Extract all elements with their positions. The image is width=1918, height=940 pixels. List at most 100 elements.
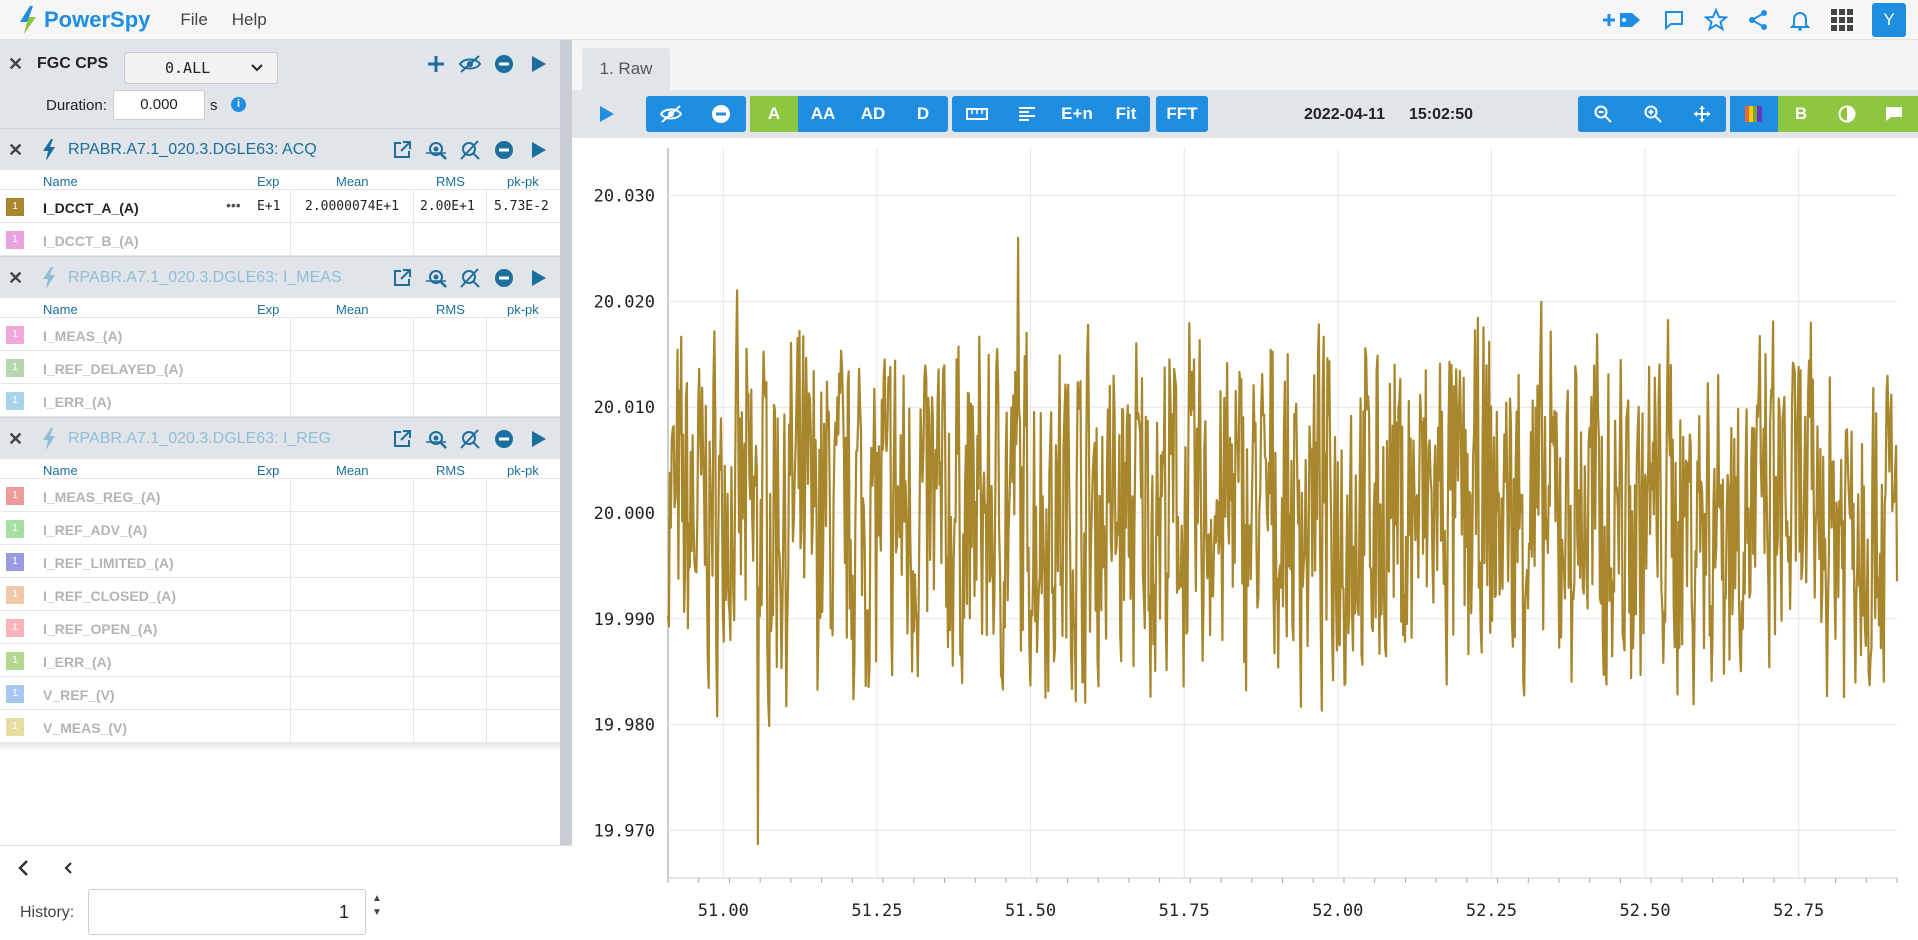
signal-color-swatch[interactable]: 1 (6, 487, 24, 505)
history-stepper[interactable]: ▲ ▼ (372, 892, 382, 920)
apps-grid-icon[interactable] (1830, 8, 1854, 32)
contrast-icon[interactable] (1824, 96, 1870, 132)
line-chart[interactable]: 19.970 19.980 19.990 20.000 20.010 20.020 20.0… (572, 138, 1918, 935)
signal-row[interactable]: 1 I_REF_CLOSED_(A) (0, 578, 560, 611)
remove-signal-icon[interactable] (696, 96, 746, 132)
signal-row[interactable]: 1 V_REF_(V) (0, 677, 560, 710)
bold-button[interactable]: B (1778, 96, 1824, 132)
signal-color-swatch[interactable]: 1 (6, 520, 24, 538)
close-device-icon[interactable]: ✕ (8, 54, 23, 75)
device-selector[interactable]: 0.ALL (124, 52, 278, 84)
pan-icon[interactable] (1678, 96, 1726, 132)
plot-area[interactable]: 19.970 19.980 19.990 20.000 20.010 20.020 20.0… (572, 138, 1918, 935)
signal-row[interactable]: 1 I_REF_ADV_(A) (0, 512, 560, 545)
signal-color-swatch[interactable]: 1 (6, 326, 24, 344)
play-group-icon[interactable] (526, 138, 550, 162)
history-input[interactable]: 1 (88, 889, 366, 935)
menu-file[interactable]: File (180, 10, 207, 30)
group-header: ✕ RPABR.A7.1_020.3.DGLE63: ACQ (0, 128, 560, 170)
exponent-button[interactable]: E+n (1052, 96, 1102, 132)
col-pkpk: pk-pk (507, 463, 539, 478)
top-bar: PowerSpy File Help Y (0, 0, 1918, 40)
signal-row[interactable]: 1 V_MEAS_(V) (0, 710, 560, 743)
x-tick-label: 51.75 (1159, 901, 1210, 921)
play-group-icon[interactable] (526, 266, 550, 290)
signal-color-swatch[interactable]: 1 (6, 586, 24, 604)
col-pkpk: pk-pk (507, 174, 539, 189)
signal-row[interactable]: 1 I_MEAS_(A) (0, 318, 560, 351)
hide-signal-icon[interactable] (646, 96, 696, 132)
signal-row[interactable]: 1 I_REF_DELAYED_(A) (0, 351, 560, 384)
color-palette-icon[interactable] (1730, 96, 1778, 132)
close-group-icon[interactable]: ✕ (8, 429, 23, 450)
mode-a-button[interactable]: A (750, 96, 798, 132)
user-avatar[interactable]: Y (1872, 3, 1906, 37)
open-external-icon[interactable] (390, 427, 414, 451)
mode-aa-button[interactable]: AA (798, 96, 848, 132)
signal-color-swatch[interactable]: 1 (6, 359, 24, 377)
chevron-left-icon[interactable] (14, 858, 34, 878)
comment-toggle-icon[interactable] (1870, 96, 1918, 132)
inspect-off-icon[interactable] (458, 138, 482, 162)
signal-color-swatch[interactable]: 1 (6, 231, 24, 249)
bell-icon[interactable] (1788, 8, 1812, 32)
panel-splitter[interactable] (560, 40, 572, 845)
add-icon[interactable] (424, 52, 448, 76)
align-icon[interactable] (1002, 96, 1052, 132)
ruler-icon[interactable] (952, 96, 1002, 132)
inspect-off-icon[interactable] (458, 427, 482, 451)
signal-row[interactable]: 1 I_DCCT_A_(A) ••• E+1 2.0000074E+1 2.00E… (0, 190, 560, 223)
play-group-icon[interactable] (526, 427, 550, 451)
signal-color-swatch[interactable]: 1 (6, 718, 24, 736)
cell-divider (413, 190, 414, 223)
tab-raw[interactable]: 1. Raw (582, 48, 670, 90)
inspect-off-icon[interactable] (458, 266, 482, 290)
zoom-out-icon[interactable] (1578, 96, 1628, 132)
close-group-icon[interactable]: ✕ (8, 140, 23, 161)
more-options-icon[interactable]: ••• (226, 197, 241, 213)
signal-color-swatch[interactable]: 1 (6, 392, 24, 410)
app-logo[interactable]: PowerSpy (16, 5, 150, 35)
open-external-icon[interactable] (390, 266, 414, 290)
play-chart-icon[interactable] (594, 102, 618, 126)
add-tag-icon[interactable] (1600, 8, 1644, 32)
signal-name: I_MEAS_REG_(A) (43, 489, 161, 505)
mode-group: A AA AD D (750, 96, 948, 132)
mode-d-button[interactable]: D (898, 96, 948, 132)
signal-color-swatch[interactable]: 1 (6, 553, 24, 571)
inspect-icon[interactable] (424, 266, 448, 290)
zoom-group (1578, 96, 1726, 132)
fit-button[interactable]: Fit (1102, 96, 1150, 132)
chevron-left-small-icon[interactable] (60, 858, 76, 878)
comment-icon[interactable] (1662, 8, 1686, 32)
duration-input[interactable]: 0.000 (113, 90, 205, 120)
signal-color-swatch[interactable]: 1 (6, 619, 24, 637)
info-icon[interactable]: i (231, 97, 246, 112)
signal-row[interactable]: 1 I_MEAS_REG_(A) (0, 479, 560, 512)
signal-row[interactable]: 1 I_REF_LIMITED_(A) (0, 545, 560, 578)
open-external-icon[interactable] (390, 138, 414, 162)
signal-row[interactable]: 1 I_REF_OPEN_(A) (0, 611, 560, 644)
remove-icon[interactable] (492, 52, 516, 76)
signal-color-swatch[interactable]: 1 (6, 652, 24, 670)
inspect-icon[interactable] (424, 138, 448, 162)
star-icon[interactable] (1704, 8, 1728, 32)
close-group-icon[interactable]: ✕ (8, 268, 23, 289)
remove-group-icon[interactable] (492, 266, 516, 290)
signal-color-swatch[interactable]: 1 (6, 685, 24, 703)
remove-group-icon[interactable] (492, 138, 516, 162)
cell-divider (486, 644, 487, 677)
menu-help[interactable]: Help (232, 10, 267, 30)
play-icon[interactable] (526, 52, 550, 76)
inspect-icon[interactable] (424, 427, 448, 451)
signal-row[interactable]: 1 I_DCCT_B_(A) (0, 223, 560, 256)
share-icon[interactable] (1746, 8, 1770, 32)
signal-row[interactable]: 1 I_ERR_(A) (0, 644, 560, 677)
signal-color-swatch[interactable]: 1 (6, 198, 24, 216)
fft-button[interactable]: FFT (1156, 96, 1208, 132)
mode-ad-button[interactable]: AD (848, 96, 898, 132)
zoom-in-icon[interactable] (1628, 96, 1678, 132)
remove-group-icon[interactable] (492, 427, 516, 451)
hide-all-icon[interactable] (458, 52, 482, 76)
signal-row[interactable]: 1 I_ERR_(A) (0, 384, 560, 417)
